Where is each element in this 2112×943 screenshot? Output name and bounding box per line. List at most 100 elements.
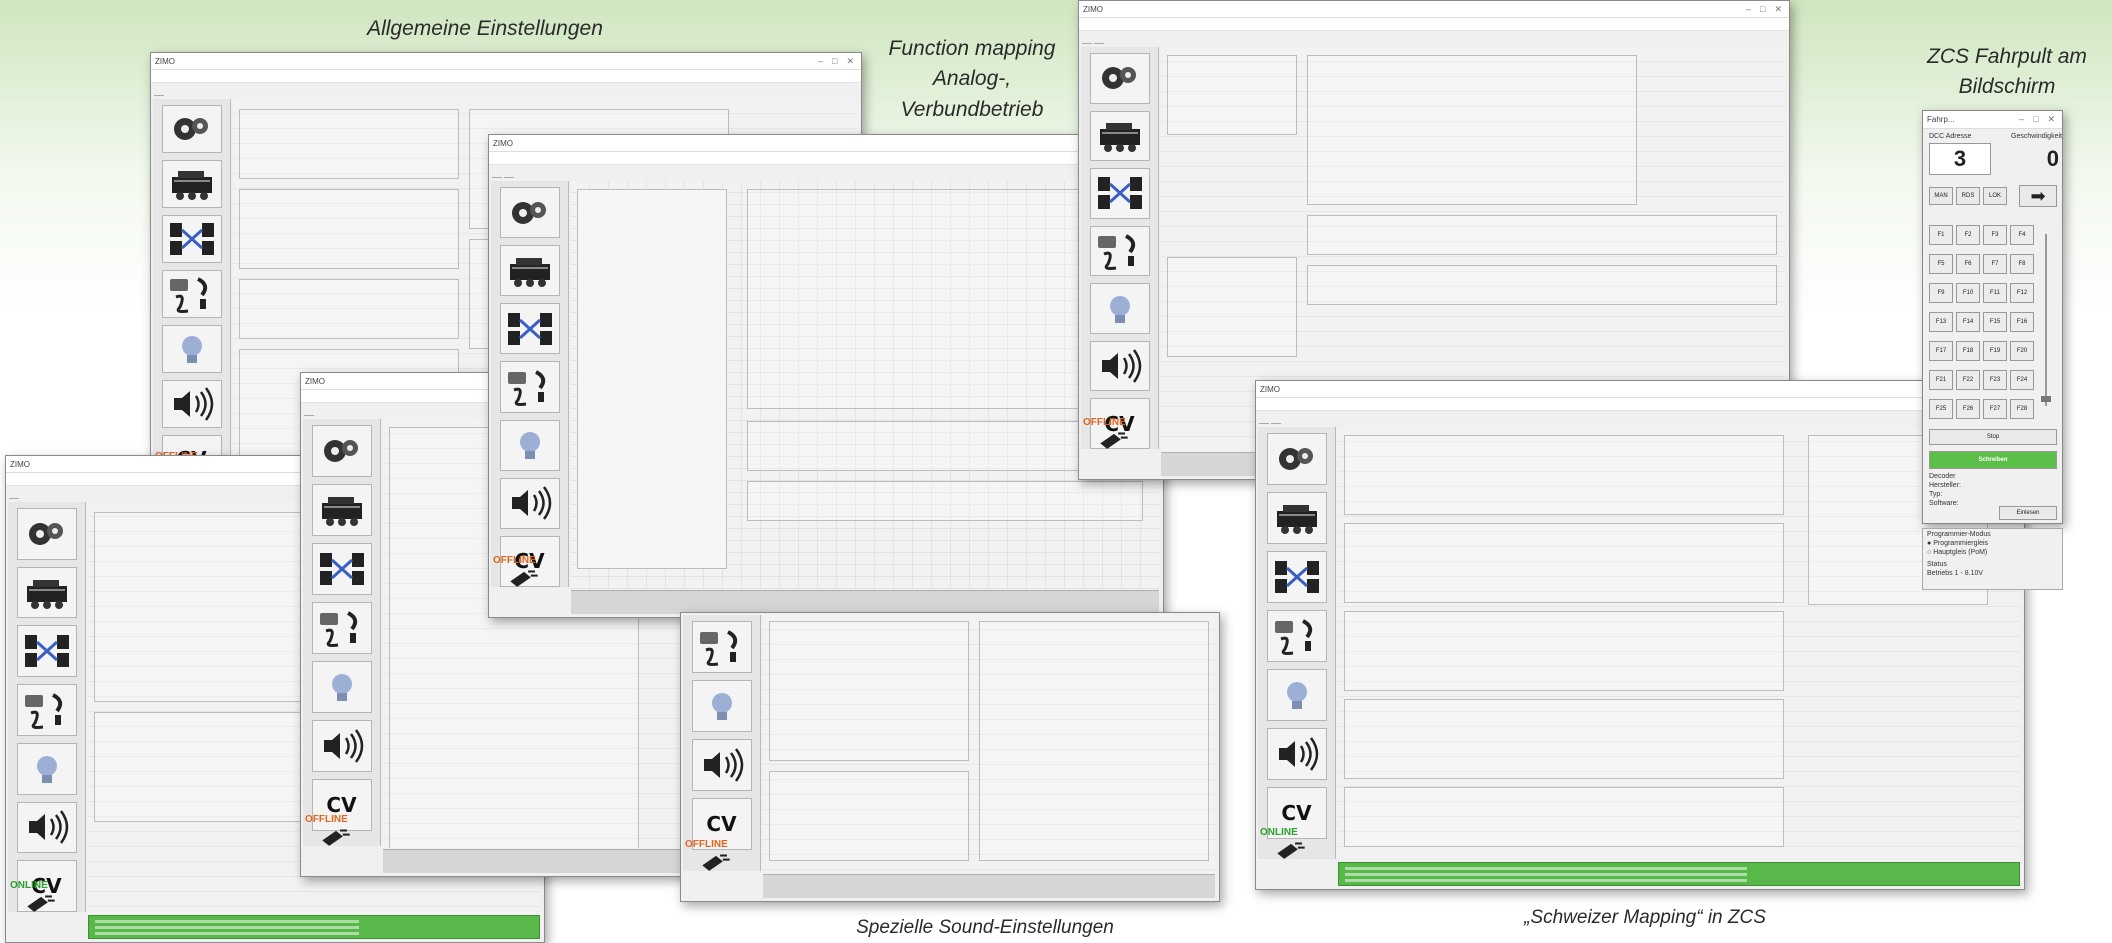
locomotive-icon[interactable] <box>16 566 77 619</box>
tab-advanced-mapping[interactable] <box>504 177 514 178</box>
motor-settings-icon[interactable] <box>311 602 372 654</box>
function-key-f5[interactable]: F5 <box>1929 254 1953 274</box>
lightbulb-icon[interactable] <box>1266 669 1327 721</box>
main-track-option[interactable]: ○ Hauptgleis (PoM) <box>1927 549 1987 556</box>
motor-settings-icon[interactable] <box>499 361 560 413</box>
close-icon[interactable]: ✕ <box>2047 114 2055 125</box>
function-key-f9[interactable]: F9 <box>1929 283 1953 303</box>
locomotive-icon[interactable] <box>161 160 222 208</box>
function-key-f1[interactable]: F1 <box>1929 225 1953 245</box>
function-key-f26[interactable]: F26 <box>1956 399 1980 419</box>
lightbulb-icon[interactable] <box>311 661 372 713</box>
function-key-f11[interactable]: F11 <box>1983 283 2007 303</box>
function-key-f8[interactable]: F8 <box>2010 254 2034 274</box>
menu-bar[interactable] <box>151 70 861 83</box>
function-matrix-icon[interactable] <box>311 543 372 595</box>
stop-button[interactable]: Stop <box>1929 429 2057 445</box>
read-button[interactable]: Einlesen <box>1999 506 2057 520</box>
tab[interactable] <box>154 95 164 96</box>
function-key-f14[interactable]: F14 <box>1956 312 1980 332</box>
rds-button[interactable]: RDS <box>1956 187 1980 205</box>
maximize-icon[interactable]: □ <box>2033 114 2038 125</box>
tab[interactable] <box>304 415 314 416</box>
function-key-f10[interactable]: F10 <box>1956 283 1980 303</box>
tab-mapping[interactable] <box>1259 423 1269 424</box>
function-key-f28[interactable]: F28 <box>2010 399 2034 419</box>
function-key-f21[interactable]: F21 <box>1929 370 1953 390</box>
menu-bar[interactable] <box>489 152 1163 165</box>
function-matrix-icon[interactable] <box>1266 551 1327 603</box>
lightbulb-icon[interactable] <box>1089 283 1150 334</box>
menu-bar[interactable] <box>1079 18 1789 31</box>
direction-arrow-icon[interactable]: ➡ <box>2019 185 2057 207</box>
function-matrix-icon[interactable] <box>1089 168 1150 219</box>
decoder-icon[interactable] <box>161 105 222 153</box>
tab[interactable] <box>9 498 19 499</box>
speed-slider[interactable] <box>2039 226 2053 426</box>
write-button[interactable]: Schreiben <box>1929 451 2057 469</box>
function-key-f2[interactable]: F2 <box>1956 225 1980 245</box>
minimize-icon[interactable]: – <box>818 56 823 67</box>
function-matrix-icon[interactable] <box>161 215 222 263</box>
function-key-f12[interactable]: F12 <box>2010 283 2034 303</box>
locomotive-icon[interactable] <box>311 484 372 536</box>
function-key-f25[interactable]: F25 <box>1929 399 1953 419</box>
decoder-icon[interactable] <box>499 187 560 239</box>
maximize-icon[interactable]: □ <box>1760 4 1765 15</box>
function-key-f13[interactable]: F13 <box>1929 312 1953 332</box>
maximize-icon[interactable]: □ <box>832 56 837 67</box>
decoder-icon[interactable] <box>1089 53 1150 104</box>
function-key-f16[interactable]: F16 <box>2010 312 2034 332</box>
function-key-f22[interactable]: F22 <box>1956 370 1980 390</box>
man-button[interactable]: MAN <box>1929 187 1953 205</box>
lok-button[interactable]: LOK <box>1983 187 2007 205</box>
function-key-f23[interactable]: F23 <box>1983 370 2007 390</box>
minimize-icon[interactable]: – <box>1746 4 1751 15</box>
function-key-f15[interactable]: F15 <box>1983 312 2007 332</box>
close-icon[interactable]: ✕ <box>1774 4 1782 15</box>
close-icon[interactable]: ✕ <box>846 56 854 67</box>
function-key-f19[interactable]: F19 <box>1983 341 2007 361</box>
motor-settings-icon[interactable] <box>16 684 77 736</box>
prog-track-option[interactable]: ● Programmiergleis <box>1927 540 1988 547</box>
function-key-f27[interactable]: F27 <box>1983 399 2007 419</box>
decoder-icon[interactable] <box>1266 433 1327 485</box>
function-key-f6[interactable]: F6 <box>1956 254 1980 274</box>
motor-settings-icon[interactable] <box>161 270 222 318</box>
sound-icon[interactable] <box>161 380 222 428</box>
menu-bar[interactable] <box>1256 398 2024 411</box>
sound-icon[interactable] <box>311 720 372 772</box>
function-key-f17[interactable]: F17 <box>1929 341 1953 361</box>
decoder-icon[interactable] <box>16 508 77 560</box>
function-key-f4[interactable]: F4 <box>2010 225 2034 245</box>
minimize-icon[interactable]: – <box>2019 114 2024 125</box>
lightbulb-icon[interactable] <box>499 419 560 471</box>
sound-icon[interactable] <box>1089 340 1150 392</box>
function-key-f3[interactable]: F3 <box>1983 225 2007 245</box>
function-key-f7[interactable]: F7 <box>1983 254 2007 274</box>
sound-icon[interactable] <box>691 739 752 791</box>
tab-mapping[interactable] <box>492 177 502 178</box>
function-key-f20[interactable]: F20 <box>2010 341 2034 361</box>
lightbulb-icon[interactable] <box>161 325 222 373</box>
motor-settings-icon[interactable] <box>1089 225 1150 277</box>
tab[interactable] <box>1082 43 1092 44</box>
function-matrix-icon[interactable] <box>499 303 560 355</box>
address-field[interactable]: 3 <box>1929 143 1991 175</box>
locomotive-icon[interactable] <box>1089 110 1150 162</box>
lightbulb-icon[interactable] <box>691 680 752 732</box>
locomotive-icon[interactable] <box>1266 492 1327 544</box>
decoder-icon[interactable] <box>311 425 372 477</box>
locomotive-icon[interactable] <box>499 245 560 297</box>
motor-settings-icon[interactable] <box>1266 610 1327 662</box>
sound-icon[interactable] <box>16 801 77 854</box>
sound-icon[interactable] <box>499 477 560 529</box>
function-matrix-icon[interactable] <box>16 625 77 678</box>
tab[interactable] <box>1094 43 1104 44</box>
function-key-f24[interactable]: F24 <box>2010 370 2034 390</box>
lightbulb-icon[interactable] <box>16 742 77 795</box>
function-key-f18[interactable]: F18 <box>1956 341 1980 361</box>
motor-settings-icon[interactable] <box>691 621 752 673</box>
sound-icon[interactable] <box>1266 728 1327 780</box>
tab-advanced-mapping[interactable] <box>1271 423 1281 424</box>
